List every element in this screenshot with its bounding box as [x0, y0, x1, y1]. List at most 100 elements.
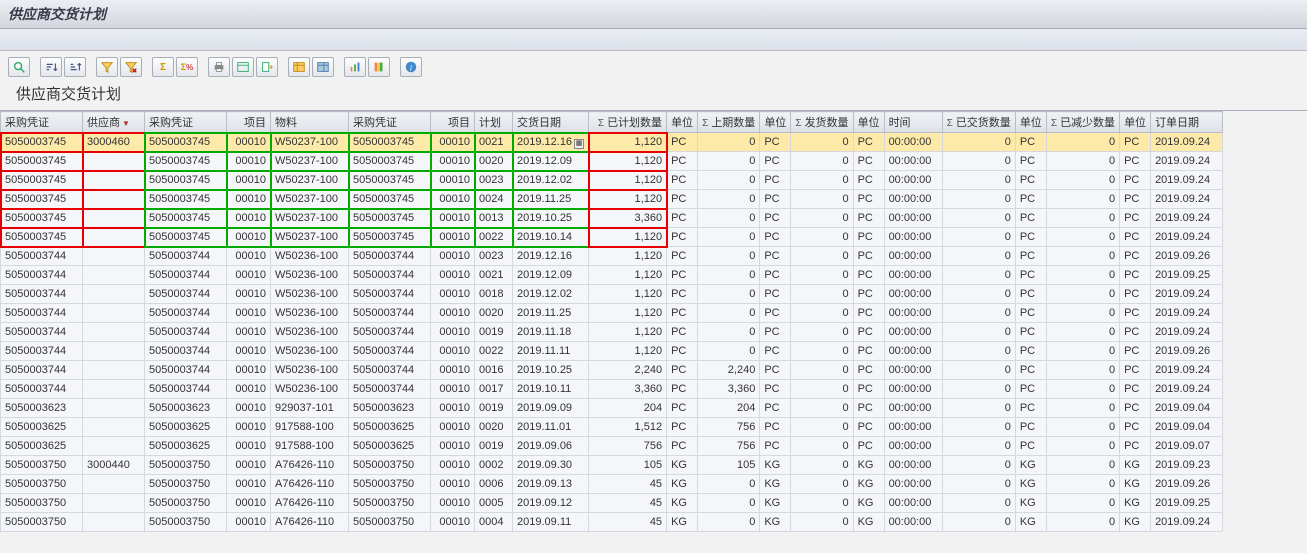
col-header-c10[interactable]: 单位 — [667, 112, 698, 133]
cell[interactable]: PC — [853, 285, 884, 304]
cell[interactable]: 0020 — [475, 418, 513, 437]
cell[interactable]: 0 — [791, 323, 853, 342]
cell[interactable]: 00010 — [431, 418, 475, 437]
cell[interactable] — [83, 380, 145, 399]
cell[interactable]: 0 — [1046, 361, 1119, 380]
cell[interactable]: 0 — [698, 152, 760, 171]
cell[interactable]: PC — [853, 247, 884, 266]
cell[interactable]: 0 — [1046, 323, 1119, 342]
cell[interactable]: PC — [1120, 399, 1151, 418]
cell[interactable]: PC — [1120, 323, 1151, 342]
cell[interactable]: 0 — [791, 304, 853, 323]
cell[interactable]: 0 — [791, 380, 853, 399]
cell[interactable]: KG — [1015, 475, 1046, 494]
cell[interactable]: 00010 — [431, 152, 475, 171]
cell[interactable]: 2019.09.24 — [1151, 190, 1223, 209]
col-header-c7[interactable]: 计划 — [475, 112, 513, 133]
cell[interactable]: PC — [667, 418, 698, 437]
cell[interactable]: 3000440 — [83, 456, 145, 475]
table-row[interactable]: 50500037503000440505000375000010A76426-1… — [1, 456, 1223, 475]
cell[interactable]: PC — [1015, 323, 1046, 342]
cell[interactable]: 0 — [791, 285, 853, 304]
cell[interactable] — [83, 266, 145, 285]
cell[interactable]: 0 — [791, 171, 853, 190]
export-button[interactable] — [256, 57, 278, 77]
cell[interactable]: PC — [667, 171, 698, 190]
cell[interactable]: 0 — [791, 342, 853, 361]
cell[interactable]: 00:00:00 — [884, 475, 942, 494]
cell[interactable]: PC — [853, 399, 884, 418]
cell[interactable]: PC — [1120, 418, 1151, 437]
cell[interactable]: 00010 — [431, 513, 475, 532]
cell[interactable]: 5050003744 — [145, 361, 227, 380]
cell[interactable]: 5050003744 — [145, 266, 227, 285]
cell[interactable]: KG — [760, 513, 791, 532]
cell[interactable]: PC — [1120, 133, 1151, 152]
cell[interactable]: W50236-100 — [271, 266, 349, 285]
cell[interactable]: 0 — [942, 209, 1015, 228]
cell[interactable]: PC — [667, 285, 698, 304]
cell[interactable]: 5050003744 — [1, 285, 83, 304]
cell[interactable]: 00010 — [431, 190, 475, 209]
cell[interactable]: W50237-100 — [271, 209, 349, 228]
cell[interactable]: 0 — [791, 209, 853, 228]
cell[interactable]: 5050003745 — [1, 171, 83, 190]
cell[interactable]: 2019.09.24 — [1151, 513, 1223, 532]
sort-asc-button[interactable] — [40, 57, 62, 77]
cell[interactable]: 0 — [791, 247, 853, 266]
cell[interactable]: 204 — [589, 399, 667, 418]
cell[interactable]: PC — [760, 361, 791, 380]
cell[interactable]: 0 — [942, 228, 1015, 247]
cell[interactable]: 0018 — [475, 285, 513, 304]
cell[interactable]: PC — [1015, 418, 1046, 437]
cell[interactable]: W50237-100 — [271, 190, 349, 209]
cell[interactable]: PC — [853, 209, 884, 228]
table-row[interactable]: 5050003744505000374400010W50236-10050500… — [1, 266, 1223, 285]
cell[interactable]: 2019.12.02 — [513, 171, 589, 190]
cell[interactable]: PC — [853, 342, 884, 361]
cell[interactable]: 2019.09.24 — [1151, 133, 1223, 152]
cell[interactable] — [83, 171, 145, 190]
cell[interactable]: 5050003744 — [349, 285, 431, 304]
cell[interactable]: PC — [667, 304, 698, 323]
cell[interactable]: PC — [1015, 133, 1046, 152]
cell[interactable]: 0 — [942, 304, 1015, 323]
cell[interactable]: PC — [667, 247, 698, 266]
cell[interactable]: 5050003744 — [1, 323, 83, 342]
cell[interactable]: PC — [1120, 247, 1151, 266]
cell[interactable]: 2019.09.24 — [1151, 171, 1223, 190]
table-row[interactable]: 5050003745505000374500010W50237-10050500… — [1, 171, 1223, 190]
cell[interactable]: 5050003744 — [1, 342, 83, 361]
cell[interactable]: PC — [1015, 380, 1046, 399]
cell[interactable]: PC — [1120, 266, 1151, 285]
cell[interactable]: PC — [1015, 152, 1046, 171]
cell[interactable]: 2019.09.24 — [1151, 380, 1223, 399]
cell[interactable]: 0 — [942, 475, 1015, 494]
cell[interactable]: 5050003745 — [145, 171, 227, 190]
cell[interactable]: 5050003750 — [145, 475, 227, 494]
cell[interactable]: 0 — [791, 494, 853, 513]
cell[interactable]: PC — [667, 342, 698, 361]
cell[interactable]: 0 — [942, 342, 1015, 361]
cell[interactable]: PC — [1120, 437, 1151, 456]
cell[interactable]: W50237-100 — [271, 171, 349, 190]
table-row[interactable]: 5050003750505000375000010A76426-11050500… — [1, 513, 1223, 532]
cell[interactable]: PC — [667, 228, 698, 247]
col-header-c8[interactable]: 交货日期 — [513, 112, 589, 133]
cell[interactable]: 00010 — [227, 228, 271, 247]
cell[interactable]: PC — [760, 247, 791, 266]
cell[interactable]: A76426-110 — [271, 475, 349, 494]
cell[interactable]: 2019.09.06 — [513, 437, 589, 456]
cell[interactable]: 2019.09.24 — [1151, 304, 1223, 323]
cell[interactable]: 00010 — [431, 494, 475, 513]
cell[interactable]: 3000460 — [83, 133, 145, 152]
cell[interactable]: PC — [760, 342, 791, 361]
cell[interactable]: PC — [667, 209, 698, 228]
cell[interactable] — [83, 513, 145, 532]
col-header-c0[interactable]: 采购凭证 — [1, 112, 83, 133]
cell[interactable]: 0 — [698, 323, 760, 342]
cell[interactable]: 0 — [791, 266, 853, 285]
cell[interactable]: PC — [853, 380, 884, 399]
cell[interactable]: PC — [1120, 304, 1151, 323]
cell[interactable]: 5050003744 — [145, 285, 227, 304]
